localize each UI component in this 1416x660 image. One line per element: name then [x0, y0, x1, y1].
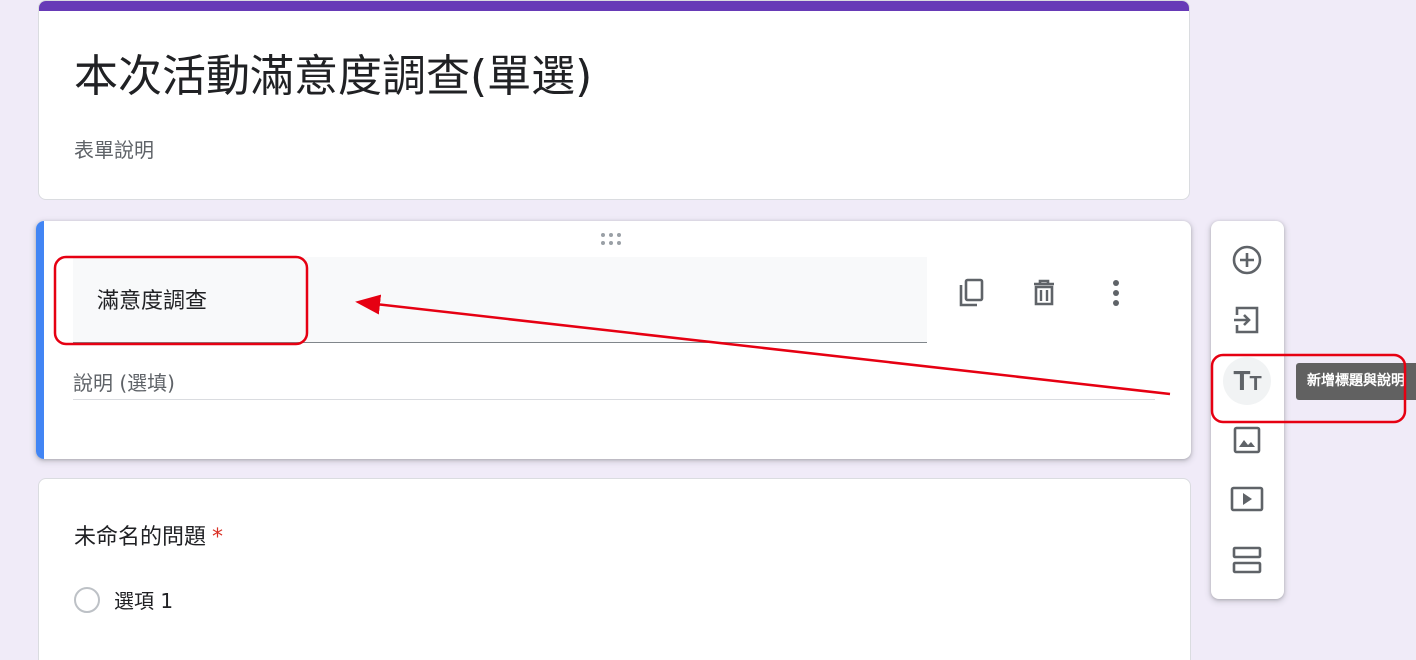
import-questions-button[interactable] — [1223, 296, 1271, 344]
import-questions-icon — [1234, 306, 1259, 334]
question-card[interactable]: 未命名的問題 * 選項 1 — [38, 478, 1191, 660]
question-title-text: 未命名的問題 — [74, 525, 207, 550]
add-image-button[interactable] — [1223, 416, 1271, 464]
active-card-indicator — [36, 221, 44, 459]
section-title-input[interactable]: 滿意度調查 — [73, 257, 927, 343]
more-options-button[interactable] — [1100, 271, 1132, 315]
card-actions — [956, 271, 1132, 315]
delete-button[interactable] — [1028, 271, 1060, 315]
add-section-button[interactable] — [1223, 536, 1271, 584]
header-accent-bar — [39, 1, 1189, 11]
form-title[interactable]: 本次活動滿意度調查(單選) — [74, 45, 592, 109]
drag-handle-icon[interactable] — [601, 233, 621, 245]
tooltip: 新增標題與說明 — [1296, 363, 1416, 400]
section-title-card[interactable]: 滿意度調查 說明 (選填) — [36, 221, 1191, 459]
add-question-button[interactable] — [1223, 236, 1271, 284]
more-vert-icon — [1113, 280, 1119, 306]
form-header-card: 本次活動滿意度調查(單選) 表單說明 — [38, 0, 1190, 200]
duplicate-button[interactable] — [956, 271, 988, 315]
section-description-input[interactable]: 說明 (選填) — [73, 361, 1155, 400]
title-text-icon: TT — [1233, 365, 1261, 396]
trash-icon — [1034, 279, 1054, 306]
add-circle-icon — [1232, 245, 1262, 275]
section-title-text: 滿意度調查 — [97, 289, 208, 314]
option-label: 選項 1 — [114, 589, 174, 613]
image-icon — [1233, 426, 1261, 454]
option-row[interactable]: 選項 1 — [74, 585, 173, 614]
form-editor-page: 本次活動滿意度調查(單選) 表單說明 滿意度調查 說明 (選填) 未命名的問題 … — [0, 0, 1416, 660]
add-title-description-button[interactable]: TT — [1223, 357, 1271, 405]
video-icon — [1230, 486, 1264, 512]
question-title[interactable]: 未命名的問題 * — [74, 519, 223, 551]
duplicate-icon — [959, 278, 984, 307]
form-description[interactable]: 表單說明 — [74, 134, 154, 163]
radio-button[interactable] — [74, 586, 100, 613]
floating-toolbar: TT — [1211, 221, 1284, 599]
required-marker: * — [212, 525, 224, 550]
add-video-button[interactable] — [1223, 475, 1271, 523]
section-description-placeholder: 說明 (選填) — [73, 371, 175, 395]
add-section-icon — [1232, 546, 1262, 574]
